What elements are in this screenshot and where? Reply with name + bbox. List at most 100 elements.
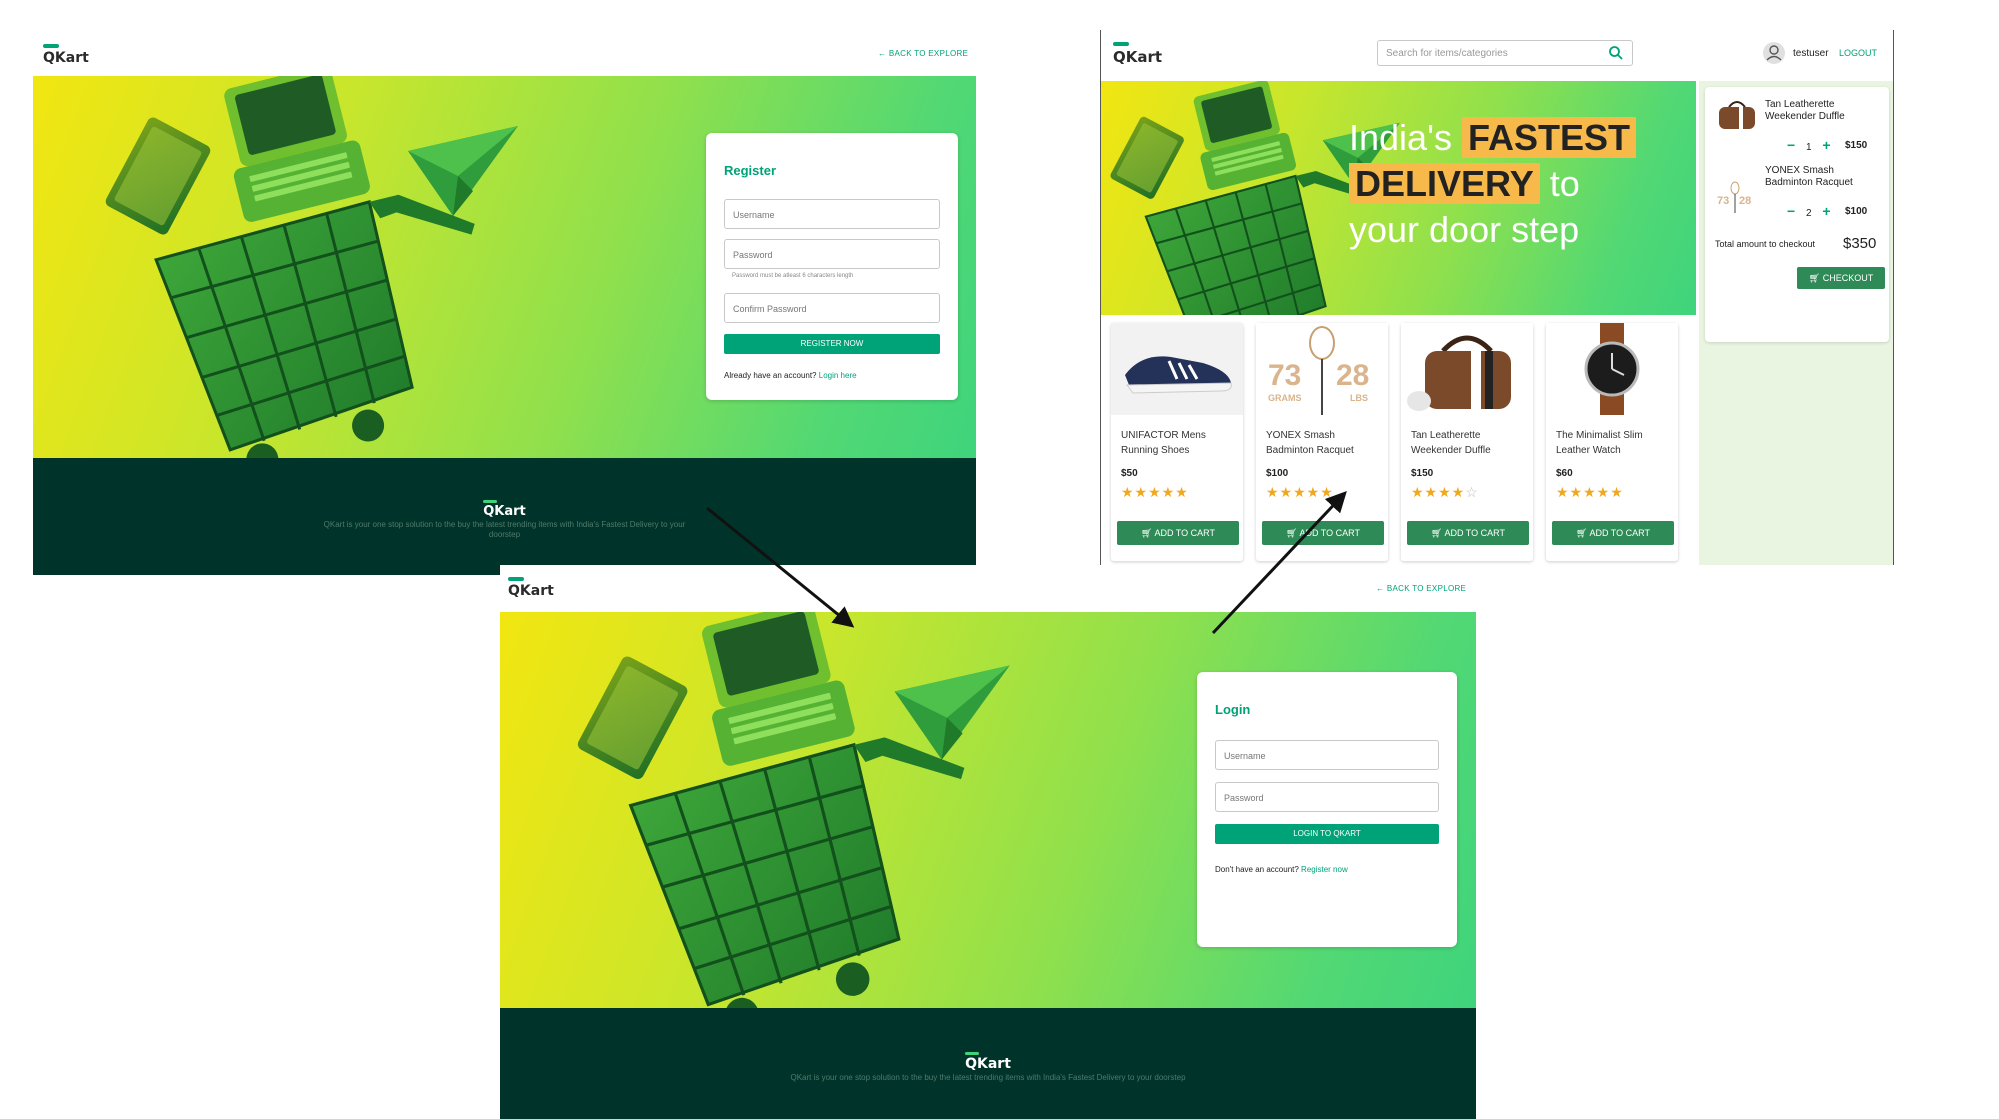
back-arrow-icon: ← [878, 49, 887, 58]
hero-banner: India's FASTEST DELIVERY to your door st… [1101, 81, 1696, 315]
product-name: YONEX Smash Badminton Racquet [1266, 430, 1354, 456]
add-to-cart-button[interactable]: 🛒︎ ADD TO CART [1552, 521, 1674, 545]
cart-icon: 🛒︎ [1576, 528, 1590, 538]
hero-illustration [574, 612, 1012, 1008]
back-link-label: BACK TO EXPLORE [1386, 584, 1467, 593]
quantity-value: 1 [1805, 142, 1812, 153]
checkout-button[interactable]: 🛒︎ CHECKOUT [1797, 267, 1885, 289]
hero-highlight-fastest: FASTEST [1461, 117, 1636, 158]
quantity-stepper[interactable]: − 2 + [1787, 203, 1831, 219]
footer-tagline: QKart is your one stop solution to the b… [323, 520, 686, 539]
rating-stars: ★★★★★ [1266, 484, 1334, 501]
username-field[interactable]: Username [1215, 740, 1439, 770]
confirm-password-field[interactable]: Confirm Password [724, 293, 940, 323]
quantity-stepper[interactable]: − 1 + [1787, 137, 1831, 153]
product-image: 73 GRAMS 28 LBS [1256, 323, 1388, 415]
add-to-cart-button[interactable]: 🛒︎ ADD TO CART [1407, 521, 1529, 545]
shoe-icon [1125, 356, 1232, 394]
duffle-bag-icon [1407, 335, 1511, 411]
add-to-cart-label: ADD TO CART [1589, 528, 1650, 538]
logo-text: QKart [508, 583, 554, 599]
search-placeholder: Search for items/categories [1386, 48, 1508, 59]
register-prompt-text: Don't have an account? [1215, 865, 1299, 874]
back-to-explore-link[interactable]: ← BACK TO EXPLORE [878, 49, 968, 58]
hero-text-indias: India's [1349, 117, 1452, 158]
hero-line-1: India's FASTEST [1349, 115, 1636, 161]
add-to-cart-button[interactable]: 🛒︎ ADD TO CART [1117, 521, 1239, 545]
back-to-explore-link[interactable]: ← BACK TO EXPLORE [1376, 584, 1466, 593]
product-image [1401, 323, 1533, 415]
logo-accent-bar [43, 44, 59, 48]
product-card: The Minimalist Slim Leather Watch $60 ★★… [1546, 323, 1678, 561]
decrement-button[interactable]: − [1787, 137, 1795, 153]
login-screenshot: QKart ← BACK TO EXPLORE Login Username P… [500, 565, 1476, 1119]
logo-accent-bar [508, 577, 524, 581]
thumb-label-right: 28 [1739, 195, 1752, 207]
logo-accent-bar [1113, 42, 1129, 46]
hero-line-3: your door step [1349, 209, 1580, 250]
racquet-tension-label: 28 LBS [1336, 359, 1370, 403]
rating-stars: ★★★★☆ [1411, 484, 1479, 501]
increment-button[interactable]: + [1822, 137, 1830, 153]
register-screenshot: QKart ← BACK TO EXPLORE Register Usernam… [33, 30, 976, 575]
star-icons: ★★★★ [1411, 484, 1466, 500]
hero-headline: India's FASTEST DELIVERY to your door st… [1349, 115, 1636, 253]
footer-logo-text: QKart [965, 1056, 1011, 1072]
avatar[interactable] [1763, 42, 1785, 64]
search-icon[interactable] [1608, 45, 1624, 61]
add-to-cart-button[interactable]: 🛒︎ ADD TO CART [1262, 521, 1384, 545]
quantity-value: 2 [1805, 208, 1812, 219]
register-now-button[interactable]: REGISTER NOW [724, 334, 940, 354]
product-price: $100 [1266, 468, 1289, 479]
register-prompt: Don't have an account? Register now [1215, 865, 1348, 874]
hero-text-to: to [1549, 163, 1580, 204]
footer-logo-bar [483, 500, 498, 503]
logout-button[interactable]: LOGOUT [1839, 48, 1877, 58]
login-prompt: Already have an account? Login here [724, 371, 857, 380]
product-price: $150 [1411, 468, 1434, 479]
login-button[interactable]: LOGIN TO QKART [1215, 824, 1439, 844]
login-here-link[interactable]: Login here [819, 371, 857, 380]
search-input[interactable]: Search for items/categories [1377, 40, 1633, 66]
logo-text: QKart [43, 50, 89, 66]
back-arrow-icon: ← [1376, 584, 1385, 593]
hero-line-2: DELIVERY to [1349, 161, 1636, 207]
increment-button[interactable]: + [1822, 203, 1830, 219]
register-title: Register [724, 163, 777, 178]
add-to-cart-label: ADD TO CART [1299, 528, 1360, 538]
racquet-weight-unit: GRAMS [1268, 393, 1302, 403]
racquet-tension-unit: LBS [1350, 393, 1368, 403]
username-field[interactable]: Username [724, 199, 940, 229]
back-link-label: BACK TO EXPLORE [888, 49, 969, 58]
password-field[interactable]: Password [724, 239, 940, 269]
footer: QKart QKart is your one stop solution to… [500, 1008, 1476, 1119]
password-field[interactable]: Password [1215, 782, 1439, 812]
login-title: Login [1215, 702, 1251, 717]
product-name: Tan Leatherette Weekender Duffle [1411, 430, 1491, 456]
cart-item-price: $100 [1845, 206, 1868, 217]
rating-stars: ★★★★★ [1121, 484, 1189, 501]
user-icon [1766, 45, 1782, 61]
hero-banner: Register Username Password Password must… [33, 76, 976, 458]
empty-star-icon: ☆ [1465, 484, 1479, 500]
register-now-link[interactable]: Register now [1301, 865, 1348, 874]
product-card: 73 GRAMS 28 LBS YONEX Smash Badminton Ra… [1256, 323, 1388, 561]
product-card: Tan Leatherette Weekender Duffle $150 ★★… [1401, 323, 1533, 561]
total-label: Total amount to checkout [1715, 239, 1816, 249]
racquet-thumbnail: 73 28 [1717, 181, 1753, 213]
cart-panel: Tan Leatherette Weekender Duffle − 1 + $… [1699, 81, 1893, 565]
product-image [1111, 323, 1243, 415]
cart-icon: 🛒︎ [1286, 528, 1300, 538]
decrement-button[interactable]: − [1787, 203, 1795, 219]
products-screenshot: QKart Search for items/categories testus… [1100, 30, 1894, 565]
watch-icon [1584, 323, 1640, 415]
qkart-logo[interactable]: QKart [1113, 42, 1162, 66]
cart-item-name: Tan Leatherette Weekender Duffle [1765, 99, 1845, 122]
qkart-logo[interactable]: QKart [43, 44, 89, 66]
rating-stars: ★★★★★ [1556, 484, 1624, 501]
qkart-logo[interactable]: QKart [508, 577, 554, 599]
star-icons: ★★★★★ [1266, 484, 1334, 500]
product-price: $60 [1556, 468, 1573, 479]
product-price: $50 [1121, 468, 1138, 479]
product-name: The Minimalist Slim Leather Watch [1556, 430, 1643, 456]
